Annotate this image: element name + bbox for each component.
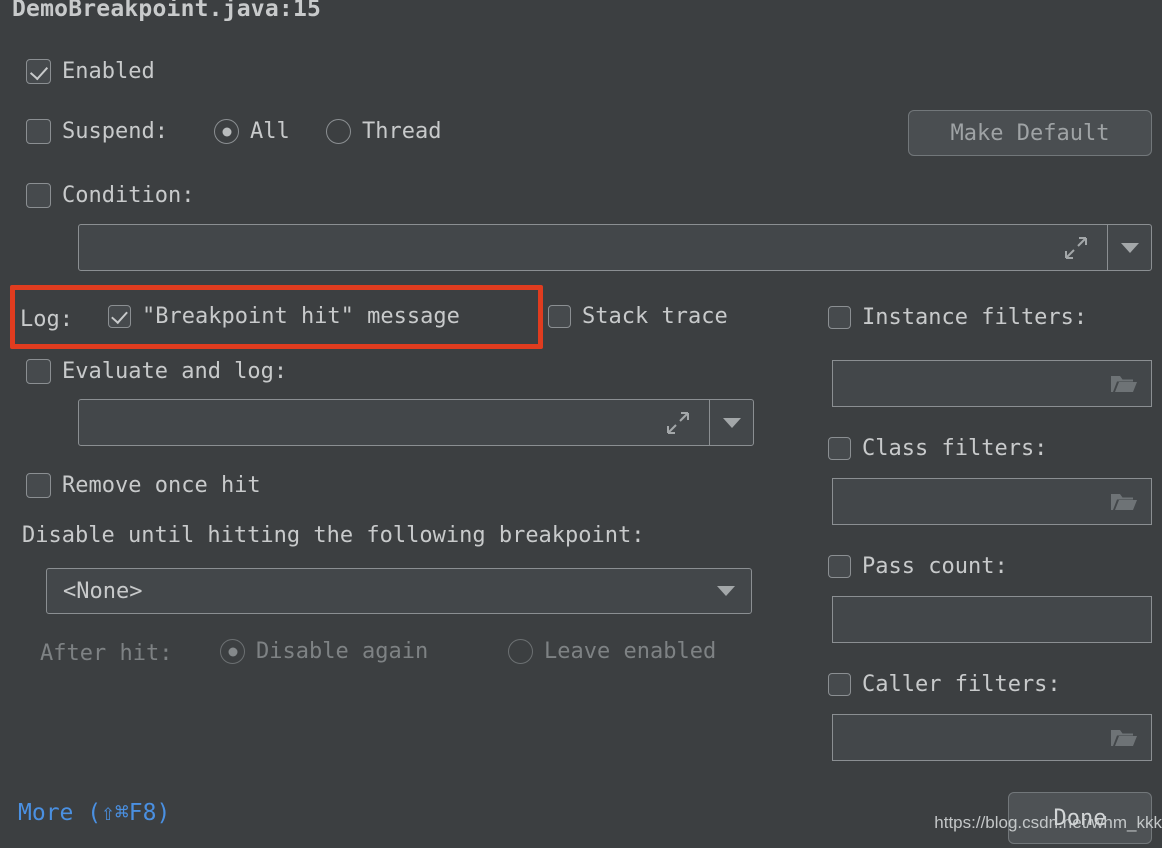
make-default-label: Make Default	[950, 120, 1110, 146]
folder-icon[interactable]	[1109, 726, 1139, 750]
suspend-row[interactable]: Suspend:	[26, 119, 168, 144]
instance-filters-input-text[interactable]	[833, 361, 1109, 406]
condition-checkbox[interactable]	[26, 183, 51, 208]
suspend-thread-radio-row[interactable]: Thread	[326, 119, 441, 144]
stack-trace-label: Stack trace	[582, 303, 728, 329]
log-message-label: "Breakpoint hit" message	[142, 303, 460, 329]
log-prefix-label: Log:	[20, 307, 73, 332]
suspend-checkbox[interactable]	[26, 119, 51, 144]
condition-label: Condition:	[62, 182, 195, 208]
suspend-thread-radio[interactable]	[326, 119, 351, 144]
pass-count-input[interactable]	[832, 596, 1152, 643]
folder-icon[interactable]	[1109, 490, 1139, 514]
evaluate-and-log-checkbox[interactable]	[26, 359, 51, 384]
evaluate-and-log-input-text[interactable]	[79, 400, 647, 445]
instance-filters-label: Instance filters:	[862, 304, 1088, 330]
make-default-button[interactable]: Make Default	[908, 110, 1152, 156]
suspend-all-label: All	[250, 118, 290, 144]
suspend-all-radio-row[interactable]: All	[214, 119, 290, 144]
class-filters-checkbox[interactable]	[828, 437, 851, 460]
after-hit-disable-again-radio[interactable]	[220, 639, 245, 664]
evaluate-and-log-row[interactable]: Evaluate and log:	[26, 359, 287, 384]
class-filters-label: Class filters:	[862, 435, 1048, 461]
disable-until-selected-value: <None>	[63, 578, 143, 604]
after-hit-disable-again-row[interactable]: Disable again	[220, 639, 428, 664]
caller-filters-input[interactable]	[832, 714, 1152, 761]
class-filters-input-text[interactable]	[833, 479, 1109, 524]
instance-filters-checkbox[interactable]	[828, 306, 851, 329]
caller-filters-checkbox[interactable]	[828, 673, 851, 696]
evaluate-expand-icon[interactable]	[647, 400, 709, 445]
page-title: DemoBreakpoint.java:15	[12, 0, 322, 22]
class-filters-input[interactable]	[832, 478, 1152, 525]
pass-count-row[interactable]: Pass count:	[828, 555, 1008, 578]
enabled-checkbox[interactable]	[26, 59, 51, 84]
condition-input-text[interactable]	[79, 225, 1045, 270]
chevron-down-icon	[717, 586, 735, 596]
enabled-label: Enabled	[62, 58, 155, 84]
after-hit-leave-enabled-row[interactable]: Leave enabled	[508, 639, 716, 664]
caller-filters-row[interactable]: Caller filters:	[828, 673, 1061, 696]
stack-trace-checkbox[interactable]	[548, 305, 571, 328]
instance-filters-row[interactable]: Instance filters:	[828, 306, 1087, 329]
condition-dropdown-button[interactable]	[1107, 225, 1151, 270]
suspend-thread-label: Thread	[362, 118, 442, 144]
class-filters-row[interactable]: Class filters:	[828, 437, 1047, 460]
remove-once-hit-label: Remove once hit	[62, 472, 261, 498]
watermark: https://blog.csdn.net/whm_kkk	[934, 813, 1162, 832]
pass-count-label: Pass count:	[862, 553, 1008, 579]
pass-count-input-text[interactable]	[833, 597, 1151, 642]
pass-count-checkbox[interactable]	[828, 555, 851, 578]
after-hit-leave-enabled-label: Leave enabled	[544, 638, 717, 664]
disable-until-label: Disable until hitting the following brea…	[22, 523, 645, 548]
after-hit-disable-again-label: Disable again	[256, 638, 429, 664]
caller-filters-input-text[interactable]	[833, 715, 1109, 760]
suspend-all-radio[interactable]	[214, 119, 239, 144]
suspend-label: Suspend:	[62, 118, 168, 144]
after-hit-leave-enabled-radio[interactable]	[508, 639, 533, 664]
remove-once-hit-row[interactable]: Remove once hit	[26, 473, 261, 498]
after-hit-label: After hit:	[40, 641, 173, 666]
evaluate-dropdown-button[interactable]	[709, 400, 753, 445]
stack-trace-checkbox-row[interactable]: Stack trace	[548, 305, 728, 328]
condition-expand-icon[interactable]	[1045, 225, 1107, 270]
chevron-down-icon	[722, 417, 741, 428]
chevron-down-icon	[1120, 242, 1139, 253]
evaluate-and-log-input[interactable]	[78, 399, 754, 446]
condition-input[interactable]	[78, 224, 1152, 271]
disable-until-select[interactable]: <None>	[46, 568, 752, 614]
condition-row[interactable]: Condition:	[26, 183, 194, 208]
more-link[interactable]: More (⇧⌘F8)	[18, 800, 170, 826]
log-message-checkbox-row[interactable]: "Breakpoint hit" message	[108, 305, 460, 328]
remove-once-hit-checkbox[interactable]	[26, 473, 51, 498]
evaluate-and-log-label: Evaluate and log:	[62, 358, 288, 384]
instance-filters-input[interactable]	[832, 360, 1152, 407]
enabled-checkbox-row[interactable]: Enabled	[26, 59, 155, 84]
caller-filters-label: Caller filters:	[862, 671, 1061, 697]
folder-icon[interactable]	[1109, 372, 1139, 396]
log-message-checkbox[interactable]	[108, 305, 131, 328]
